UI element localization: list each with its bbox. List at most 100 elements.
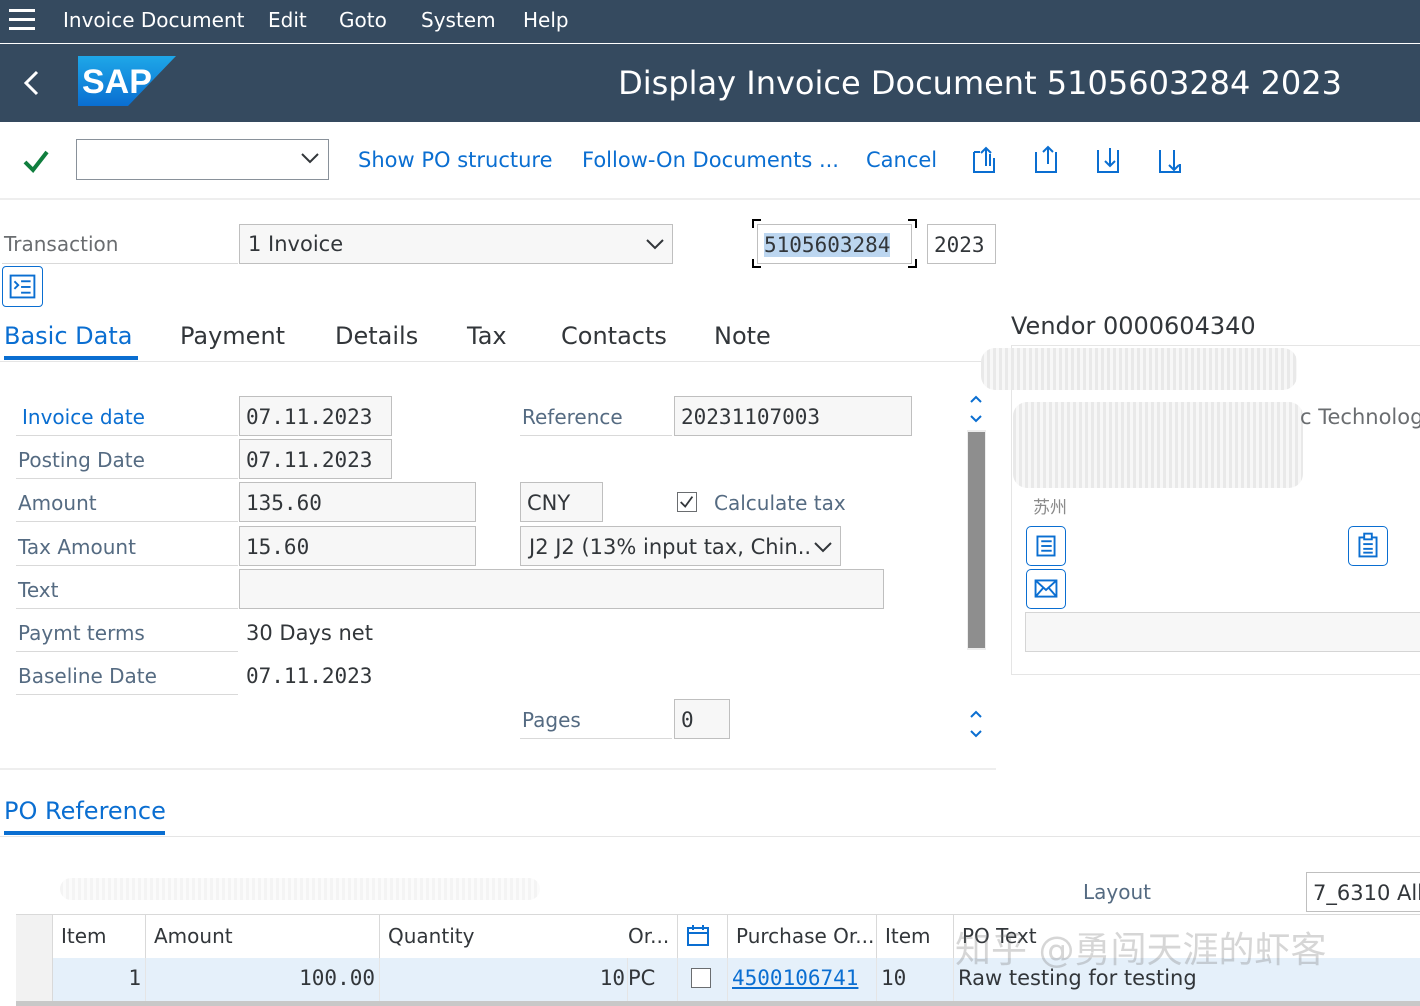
- focus-marker: [752, 219, 761, 228]
- calculate-tax-checkbox[interactable]: [677, 492, 697, 512]
- tab-details[interactable]: Details: [335, 322, 418, 350]
- checkmark-icon: [680, 496, 694, 508]
- divider: [16, 694, 238, 695]
- chevron-down-icon[interactable]: [300, 148, 320, 168]
- column-header-purchase-order[interactable]: Purchase Or...: [728, 915, 877, 958]
- invoice-date-label: Invoice date: [22, 405, 145, 429]
- cell-amount[interactable]: 100.00: [146, 958, 380, 1001]
- tab-note[interactable]: Note: [714, 322, 771, 350]
- fiscal-year-input[interactable]: 2023: [927, 224, 996, 264]
- text-field[interactable]: [239, 569, 884, 609]
- cell-quantity[interactable]: 10: [380, 958, 628, 1001]
- layout-field[interactable]: 7_6310 All: [1306, 872, 1420, 912]
- menu-bar: Invoice Document Edit Goto System Help: [0, 0, 1420, 43]
- posting-date-field[interactable]: 07.11.2023: [239, 439, 392, 479]
- transaction-select[interactable]: 1 Invoice: [239, 224, 673, 264]
- upload-icon[interactable]: [1032, 144, 1062, 176]
- menu-invoice-document[interactable]: Invoice Document: [63, 8, 244, 32]
- vendor-details-button[interactable]: [1026, 526, 1066, 566]
- cell-item: 1: [53, 958, 146, 1001]
- focus-marker: [752, 259, 761, 268]
- vendor-info-field[interactable]: [1025, 612, 1420, 652]
- currency-field[interactable]: CNY: [520, 482, 603, 522]
- menu-system[interactable]: System: [421, 8, 496, 32]
- vendor-account-button[interactable]: [1348, 526, 1388, 566]
- tab-payment[interactable]: Payment: [180, 322, 285, 350]
- scrollbar-thumb[interactable]: [968, 432, 985, 648]
- baseline-date-value: 07.11.2023: [246, 664, 373, 688]
- follow-on-documents-button[interactable]: Follow-On Documents ...: [582, 148, 839, 172]
- tab-contacts[interactable]: Contacts: [561, 322, 667, 350]
- column-header-quantity[interactable]: Quantity: [380, 915, 628, 958]
- purchase-order-link[interactable]: 4500106741: [732, 966, 858, 990]
- chevron-down-icon[interactable]: [812, 536, 834, 558]
- hamburger-menu-icon[interactable]: [9, 9, 35, 31]
- watermark: 知乎 @勇闯天涯的虾客: [955, 930, 1327, 971]
- column-header-po-item[interactable]: Item: [877, 915, 954, 958]
- layout-label: Layout: [1083, 880, 1151, 904]
- po-reference-tab[interactable]: PO Reference: [4, 797, 166, 825]
- redacted-area: [60, 878, 540, 900]
- envelope-icon: [1034, 579, 1058, 598]
- amount-label: Amount: [18, 491, 97, 515]
- ledger-icon: [1036, 535, 1056, 557]
- column-header-settings[interactable]: [678, 915, 728, 958]
- divider: [16, 565, 238, 566]
- tab-basic-data[interactable]: Basic Data: [4, 322, 132, 350]
- posting-date-label: Posting Date: [18, 448, 145, 472]
- column-header-order-unit[interactable]: Or...: [620, 915, 678, 958]
- divider: [16, 435, 238, 436]
- toolbar: Show PO structure Follow-On Documents ..…: [0, 122, 1420, 200]
- active-tab-indicator: [4, 831, 165, 835]
- back-icon[interactable]: [22, 70, 42, 96]
- select-all-cell[interactable]: [16, 915, 53, 958]
- menu-help[interactable]: Help: [523, 8, 569, 32]
- menu-edit[interactable]: Edit: [268, 8, 307, 32]
- vendor-title: Vendor 0000604340: [1011, 312, 1256, 340]
- cancel-button[interactable]: Cancel: [866, 148, 937, 172]
- export-up-icon[interactable]: [970, 144, 1000, 176]
- checkmark-icon[interactable]: [22, 148, 50, 174]
- column-header-item[interactable]: Item: [53, 915, 146, 958]
- command-field[interactable]: [76, 139, 329, 180]
- row-selector[interactable]: [16, 958, 53, 1001]
- transaction-label: Transaction: [4, 232, 119, 256]
- row-checkbox[interactable]: [691, 968, 711, 988]
- menu-goto[interactable]: Goto: [339, 8, 387, 32]
- document-overview-button[interactable]: [2, 266, 43, 307]
- tab-tax[interactable]: Tax: [467, 322, 507, 350]
- vendor-email-button[interactable]: [1026, 569, 1066, 609]
- payment-terms-label: Paymt terms: [18, 621, 145, 645]
- divider: [16, 651, 238, 652]
- baseline-date-label: Baseline Date: [18, 664, 157, 688]
- show-po-structure-button[interactable]: Show PO structure: [358, 148, 553, 172]
- invoice-date-field[interactable]: 07.11.2023: [239, 396, 392, 436]
- tax-code-value: J2 J2 (13% input tax, Chin...: [529, 535, 818, 559]
- next-document-icon[interactable]: [1156, 144, 1186, 176]
- divider: [16, 608, 238, 609]
- calculate-tax-label: Calculate tax: [714, 491, 846, 515]
- document-number-input[interactable]: 5105603284: [757, 224, 912, 264]
- table-footer-bar: [16, 1001, 1420, 1006]
- scroll-up-down-icon[interactable]: [968, 709, 984, 739]
- svg-text:SAP: SAP: [82, 63, 152, 101]
- chevron-down-icon[interactable]: [644, 233, 666, 255]
- previous-document-icon[interactable]: [1094, 144, 1124, 176]
- calendar-settings-icon: [687, 925, 709, 946]
- pages-label: Pages: [522, 708, 581, 732]
- tax-amount-field[interactable]: 15.60: [239, 526, 476, 566]
- tax-code-select[interactable]: J2 J2 (13% input tax, Chin...: [520, 526, 841, 566]
- focus-marker: [908, 219, 917, 228]
- cell-purchase-order[interactable]: 4500106741: [728, 958, 877, 1001]
- reference-field[interactable]: 20231107003: [674, 396, 912, 436]
- divider: [16, 521, 238, 522]
- cell-order-unit: PC: [628, 958, 678, 1001]
- pages-field[interactable]: 0: [674, 699, 730, 739]
- scroll-up-down-icon[interactable]: [968, 394, 984, 424]
- account-sheet-icon: [1358, 532, 1378, 558]
- amount-field[interactable]: 135.60: [239, 482, 476, 522]
- payment-terms-value: 30 Days net: [246, 621, 373, 645]
- column-header-amount[interactable]: Amount: [146, 915, 380, 958]
- redacted-area: [1013, 402, 1303, 488]
- divider: [520, 435, 672, 436]
